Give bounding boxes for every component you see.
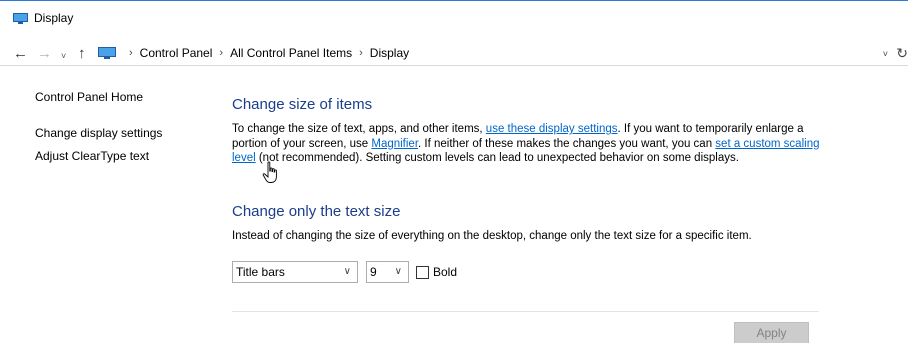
apply-button[interactable]: Apply	[734, 322, 809, 343]
breadcrumb-separator-icon[interactable]: ›	[129, 47, 133, 59]
description-text: . If neither of these makes the changes …	[418, 137, 716, 150]
description-text: To change the size of text, apps, and ot…	[232, 123, 486, 135]
up-arrow-icon[interactable]: ↑	[78, 46, 86, 61]
recent-locations-chevron-icon[interactable]: ˅	[61, 49, 66, 64]
breadcrumb-control-panel[interactable]: Control Panel	[140, 46, 213, 60]
divider	[232, 311, 819, 312]
chevron-down-icon: ∨	[394, 266, 402, 277]
display-icon	[13, 13, 28, 24]
breadcrumb-separator-icon[interactable]: ›	[359, 47, 363, 59]
control-panel-icon[interactable]	[98, 47, 116, 59]
change-size-description: To change the size of text, apps, and ot…	[232, 122, 832, 166]
chevron-down-icon: ∨	[343, 266, 351, 277]
breadcrumb-separator-icon[interactable]: ›	[219, 47, 223, 59]
back-arrow-icon[interactable]: ←	[13, 46, 28, 61]
forward-arrow-icon[interactable]: →	[37, 46, 52, 61]
display-settings-link[interactable]: use these display settings	[486, 123, 618, 135]
breadcrumb-display[interactable]: Display	[370, 46, 409, 60]
description-text: (not recommended). Setting custom levels…	[255, 152, 739, 164]
sidebar-item-control-panel-home[interactable]: Control Panel Home	[35, 90, 143, 104]
hand-cursor-icon	[262, 161, 277, 183]
item-select-value: Title bars	[236, 265, 285, 279]
section-heading-text-size: Change only the text size	[232, 203, 401, 220]
refresh-icon[interactable]: ↻	[896, 45, 908, 62]
window-title: Display	[34, 11, 74, 25]
bold-label[interactable]: Bold	[433, 265, 457, 279]
bold-checkbox[interactable]	[416, 266, 429, 279]
sidebar-item-adjust-cleartype[interactable]: Adjust ClearType text	[35, 149, 149, 163]
text-size-description: Instead of changing the size of everythi…	[232, 230, 752, 242]
magnifier-link[interactable]: Magnifier	[371, 138, 418, 150]
section-heading-change-size: Change size of items	[232, 96, 373, 113]
address-dropdown-icon[interactable]: ˅	[883, 49, 888, 59]
size-select[interactable]: 9 ∨	[366, 261, 409, 283]
title-bar: Display	[0, 0, 908, 32]
item-select[interactable]: Title bars ∨	[232, 261, 358, 283]
breadcrumb: › Control Panel › All Control Panel Item…	[98, 44, 409, 62]
breadcrumb-all-items[interactable]: All Control Panel Items	[230, 46, 352, 60]
address-bar: ← → ˅ ↑ › Control Panel › All Control Pa…	[0, 40, 908, 66]
size-select-value: 9	[370, 265, 377, 279]
sidebar-item-change-display-settings[interactable]: Change display settings	[35, 126, 162, 140]
